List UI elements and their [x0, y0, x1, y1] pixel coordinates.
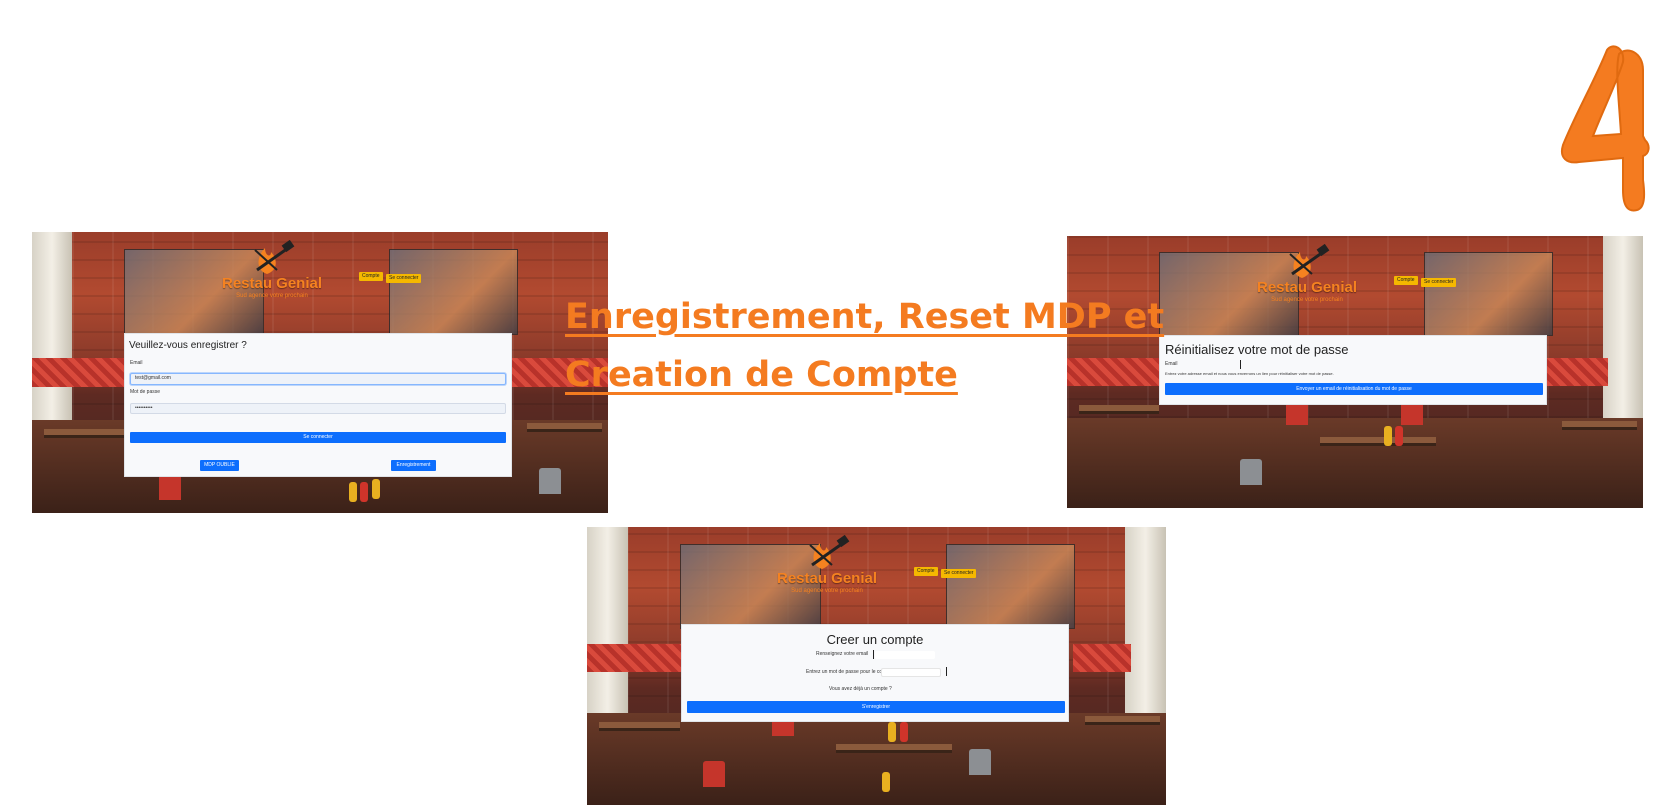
bottle	[888, 721, 897, 742]
logo-flame-utensils-icon	[1289, 244, 1330, 278]
floor	[1067, 418, 1643, 508]
text-cursor	[1240, 360, 1241, 369]
nav-account-button[interactable]: Compte	[359, 272, 383, 281]
bottle	[882, 771, 891, 792]
table	[527, 423, 603, 433]
table	[1562, 420, 1638, 430]
password-label: Mot de passe	[130, 389, 161, 395]
booth	[587, 643, 686, 672]
bottle	[371, 479, 380, 500]
text-cursor	[946, 667, 947, 676]
create-email-label: Renseignez votre email	[816, 651, 869, 657]
nav-login-button[interactable]: Se connecter	[1421, 278, 1457, 287]
reset-email-label: Email	[1165, 361, 1178, 367]
table	[1078, 404, 1160, 414]
create-account-screenshot: Restau Genial Sud agence votre prochain …	[587, 527, 1166, 805]
login-heading: Veuillez-vous enregistrer ?	[129, 340, 247, 351]
bottle	[1395, 426, 1404, 447]
reset-panel: Réinitialisez votre mot de passe Email E…	[1159, 335, 1547, 405]
wall-photo	[1424, 252, 1553, 336]
chair	[1239, 459, 1262, 486]
reset-hint: Entrez votre adresse email et nous vous …	[1165, 371, 1334, 376]
text-cursor	[873, 650, 874, 659]
slide-number: 4	[1545, 40, 1655, 220]
site-logo[interactable]: Restau Genial Sud agence votre prochain	[1257, 244, 1357, 304]
register-submit-button[interactable]: S'enregistrer	[687, 701, 1065, 713]
create-email-field[interactable]	[875, 651, 935, 659]
brand-name: Restau Genial	[221, 275, 323, 292]
brand-tagline: Sud agence votre prochain	[236, 293, 308, 299]
forgot-password-button[interactable]: MDP OUBLIE	[200, 460, 239, 471]
nav-account-button[interactable]: Compte	[914, 567, 938, 576]
bottle	[360, 482, 369, 503]
bottle	[1383, 426, 1392, 447]
login-panel: Veuillez-vous enregistrer ? Email test@g…	[124, 333, 512, 477]
slide-title: Enregistrement, Reset MDP et Creation de…	[565, 297, 1165, 395]
brand-tagline: Sud agence votre prochain	[791, 588, 863, 594]
create-password-field[interactable]	[881, 668, 941, 677]
logo-flame-utensils-icon	[809, 535, 850, 569]
wall-photo	[389, 248, 518, 336]
logo-flame-utensils-icon	[254, 240, 295, 274]
chair	[969, 749, 992, 776]
chair	[158, 473, 181, 500]
login-link[interactable]: Vous avez déjà un compte ?	[829, 686, 892, 692]
table	[43, 428, 125, 438]
email-label: Email	[130, 360, 143, 366]
brand-name: Restau Genial	[776, 570, 878, 587]
reset-submit-button[interactable]: Envoyer un email de réinitialisation du …	[1165, 383, 1543, 395]
table	[1320, 437, 1436, 447]
password-field[interactable]: ••••••••••	[130, 403, 506, 414]
table	[835, 743, 952, 753]
create-account-panel: Creer un compte Renseignez votre email E…	[681, 624, 1069, 722]
login-submit-button[interactable]: Se connecter	[130, 432, 506, 443]
nav-login-button[interactable]: Se connecter	[386, 274, 422, 283]
bottle	[348, 482, 357, 503]
create-account-heading: Creer un compte	[826, 632, 924, 647]
chair	[702, 760, 725, 787]
site-logo[interactable]: Restau Genial Sud agence votre prochain	[222, 240, 322, 300]
chair	[538, 468, 561, 495]
login-screenshot: Restau Genial Sud agence votre prochain …	[32, 232, 608, 513]
brand-tagline: Sud agence votre prochain	[1271, 297, 1343, 303]
booth	[1539, 358, 1609, 386]
booth	[1073, 643, 1132, 672]
site-logo[interactable]: Restau Genial Sud agence votre prochain	[777, 535, 877, 595]
wall-photo	[945, 543, 1076, 630]
bottle	[899, 721, 908, 742]
nav-account-button[interactable]: Compte	[1394, 276, 1418, 285]
reset-heading: Réinitialisez votre mot de passe	[1165, 342, 1349, 357]
email-field[interactable]: test@gmail.com	[130, 373, 506, 385]
brand-name: Restau Genial	[1256, 279, 1358, 296]
nav-login-button[interactable]: Se connecter	[941, 569, 977, 578]
table	[1084, 716, 1161, 726]
table	[598, 721, 680, 731]
register-button[interactable]: Enregistrement	[391, 460, 436, 471]
